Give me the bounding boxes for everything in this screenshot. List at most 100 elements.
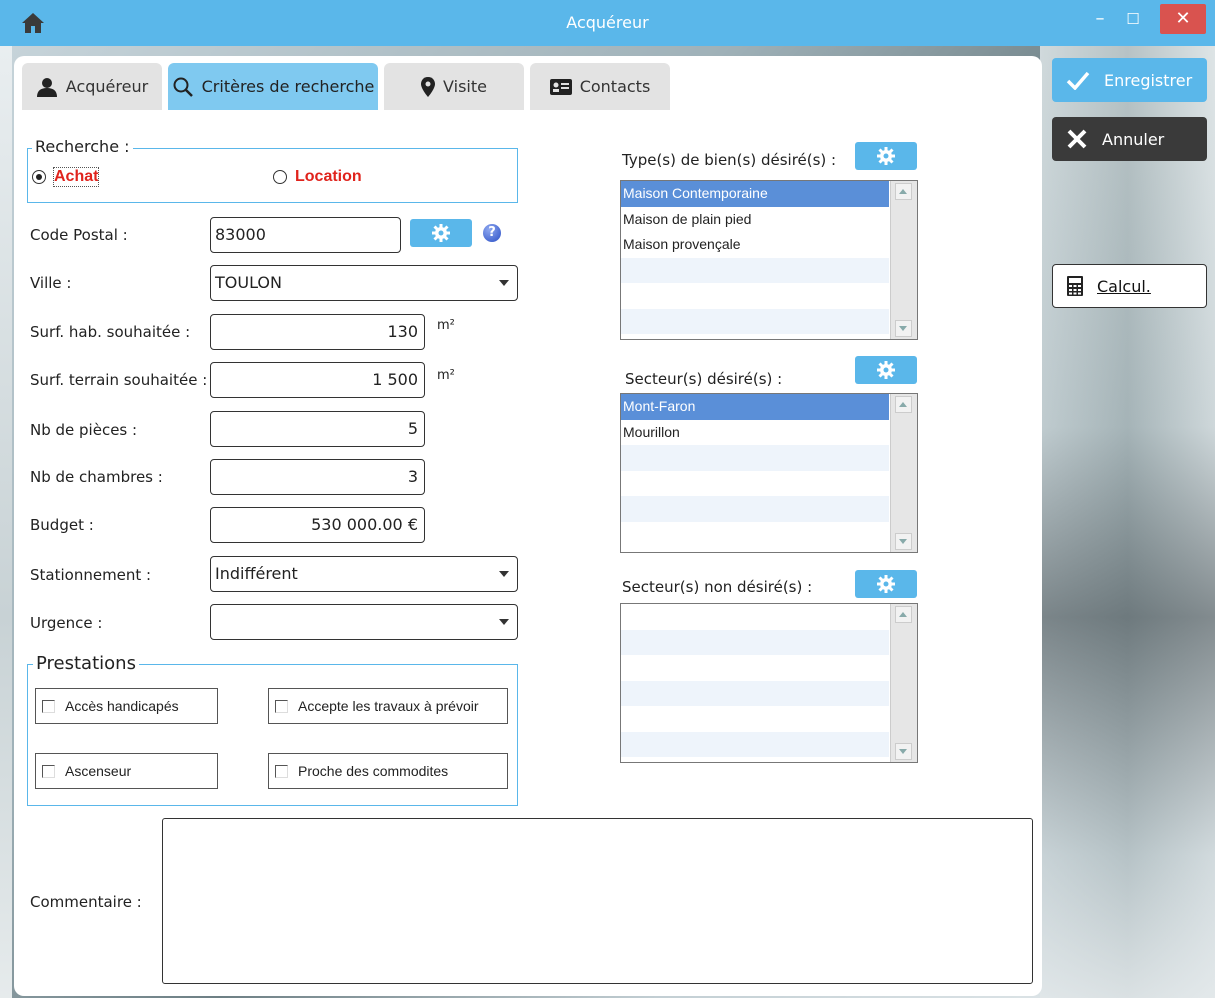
types-bien-list[interactable]: Maison Contemporaine Maison de plain pie… bbox=[620, 180, 918, 340]
help-icon[interactable]: ? bbox=[483, 224, 501, 242]
list-item-empty bbox=[621, 655, 889, 681]
code-postal-input[interactable]: 83000 bbox=[210, 217, 401, 253]
tab-acquereur[interactable]: Acquéreur bbox=[22, 63, 162, 110]
radio-location-label: Location bbox=[295, 168, 362, 185]
contact-card-icon bbox=[549, 78, 572, 95]
list-item-empty bbox=[621, 680, 889, 706]
secteurs-desires-list[interactable]: Mont-Faron Mourillon bbox=[620, 393, 918, 553]
list-item[interactable]: Maison Contemporaine bbox=[621, 181, 889, 207]
surf-hab-input[interactable]: 130 bbox=[210, 314, 425, 350]
checkbox-acces-handicapes[interactable]: Accès handicapés bbox=[35, 688, 218, 724]
list-item-empty bbox=[621, 731, 889, 757]
tab-label: Visite bbox=[443, 77, 487, 96]
tab-contacts[interactable]: Contacts bbox=[530, 63, 670, 110]
nb-pieces-input[interactable]: 5 bbox=[210, 411, 425, 447]
radio-achat-label: Achat bbox=[52, 167, 100, 187]
secteurs-desires-settings-button[interactable] bbox=[855, 356, 917, 384]
list-item-empty bbox=[621, 283, 889, 309]
list-item[interactable]: Mont-Faron bbox=[621, 394, 889, 420]
list-item-empty bbox=[621, 706, 889, 732]
tab-label: Contacts bbox=[579, 77, 651, 96]
scroll-down-icon[interactable] bbox=[895, 533, 912, 550]
scroll-up-icon[interactable] bbox=[895, 396, 912, 413]
checkbox-indicator[interactable] bbox=[275, 764, 288, 778]
scroll-up-icon[interactable] bbox=[895, 606, 912, 623]
checkbox-accepte-travaux[interactable]: Accepte les travaux à prévoir bbox=[268, 688, 508, 724]
radio-achat[interactable]: Achat bbox=[32, 167, 100, 187]
tab-label: Acquéreur bbox=[65, 77, 149, 96]
commentaire-textarea[interactable] bbox=[162, 818, 1033, 984]
home-icon[interactable] bbox=[20, 11, 46, 35]
types-bien-settings-button[interactable] bbox=[855, 142, 917, 170]
calc-button[interactable]: Calcul. bbox=[1052, 264, 1207, 308]
stationnement-label: Stationnement : bbox=[30, 566, 152, 584]
title-bar: Acquéreur – ☐ ✕ bbox=[0, 0, 1215, 46]
secteurs-desires-label: Secteur(s) désiré(s) : bbox=[625, 370, 783, 388]
ville-select[interactable]: TOULON bbox=[210, 265, 518, 301]
surf-terrain-label: Surf. terrain souhaitée : bbox=[30, 371, 208, 389]
secteurs-non-desires-settings-button[interactable] bbox=[855, 570, 917, 598]
nb-pieces-label: Nb de pièces : bbox=[30, 421, 138, 439]
checkbox-label: Accepte les travaux à prévoir bbox=[298, 698, 479, 714]
checkbox-indicator[interactable] bbox=[275, 699, 288, 713]
list-item-empty bbox=[621, 445, 889, 471]
scrollbar[interactable] bbox=[890, 181, 917, 339]
surf-terrain-input[interactable]: 1 500 bbox=[210, 362, 425, 398]
stationnement-select[interactable]: Indifférent bbox=[210, 556, 518, 592]
chevron-down-icon bbox=[499, 280, 509, 286]
checkbox-label: Proche des commodites bbox=[298, 763, 449, 779]
radio-achat-indicator[interactable] bbox=[32, 170, 46, 184]
list-item[interactable]: Maison de plain pied bbox=[621, 207, 889, 233]
checkbox-indicator[interactable] bbox=[42, 699, 55, 713]
scroll-up-icon[interactable] bbox=[895, 183, 912, 200]
gear-icon bbox=[877, 147, 895, 165]
list-item-empty bbox=[621, 629, 889, 655]
gear-icon bbox=[877, 361, 895, 379]
budget-label: Budget : bbox=[30, 516, 94, 534]
save-button[interactable]: Enregistrer bbox=[1052, 58, 1207, 102]
code-postal-label: Code Postal : bbox=[30, 226, 128, 244]
maximize-button[interactable]: ☐ bbox=[1115, 4, 1151, 34]
types-bien-label: Type(s) de bien(s) désiré(s) : bbox=[622, 151, 837, 169]
scrollbar[interactable] bbox=[890, 604, 917, 762]
radio-location[interactable]: Location bbox=[273, 168, 362, 186]
scrollbar[interactable] bbox=[890, 394, 917, 552]
person-icon bbox=[36, 77, 57, 97]
list-item-empty bbox=[621, 522, 889, 548]
radio-location-indicator[interactable] bbox=[273, 170, 287, 184]
minimize-button[interactable]: – bbox=[1082, 4, 1118, 34]
checkbox-label: Ascenseur bbox=[65, 763, 132, 779]
list-item[interactable]: Mourillon bbox=[621, 420, 889, 446]
tab-visite[interactable]: Visite bbox=[384, 63, 524, 110]
secteurs-non-desires-list[interactable] bbox=[620, 603, 918, 763]
checkbox-indicator[interactable] bbox=[42, 764, 55, 778]
background-left bbox=[0, 46, 12, 998]
close-icon bbox=[1067, 129, 1087, 149]
list-item-empty bbox=[621, 471, 889, 497]
nb-chambres-input[interactable]: 3 bbox=[210, 459, 425, 495]
gear-icon bbox=[877, 575, 895, 593]
close-button[interactable]: ✕ bbox=[1160, 4, 1206, 34]
check-icon bbox=[1066, 71, 1090, 90]
code-postal-settings-button[interactable] bbox=[410, 219, 472, 247]
checkbox-ascenseur[interactable]: Ascenseur bbox=[35, 753, 218, 789]
scroll-down-icon[interactable] bbox=[895, 743, 912, 760]
checkbox-proche-commodites[interactable]: Proche des commodites bbox=[268, 753, 508, 789]
prestations-legend: Prestations bbox=[33, 653, 139, 674]
window-title: Acquéreur bbox=[566, 13, 649, 32]
ville-value: TOULON bbox=[215, 273, 282, 292]
stationnement-value: Indifférent bbox=[215, 564, 298, 583]
scroll-down-icon[interactable] bbox=[895, 320, 912, 337]
secteurs-non-desires-label: Secteur(s) non désiré(s) : bbox=[622, 578, 813, 596]
cancel-button[interactable]: Annuler bbox=[1052, 117, 1207, 161]
list-item[interactable]: Maison provençale bbox=[621, 232, 889, 258]
urgence-select[interactable] bbox=[210, 604, 518, 640]
commentaire-label: Commentaire : bbox=[30, 893, 142, 911]
budget-input[interactable]: 530 000.00 € bbox=[210, 507, 425, 543]
recherche-legend: Recherche : bbox=[32, 137, 133, 156]
ville-label: Ville : bbox=[30, 274, 72, 292]
surf-hab-unit: m² bbox=[437, 318, 455, 333]
tab-criteres-recherche[interactable]: Critères de recherche bbox=[168, 63, 378, 110]
calc-label: Calcul. bbox=[1097, 276, 1151, 296]
map-pin-icon bbox=[421, 76, 436, 97]
